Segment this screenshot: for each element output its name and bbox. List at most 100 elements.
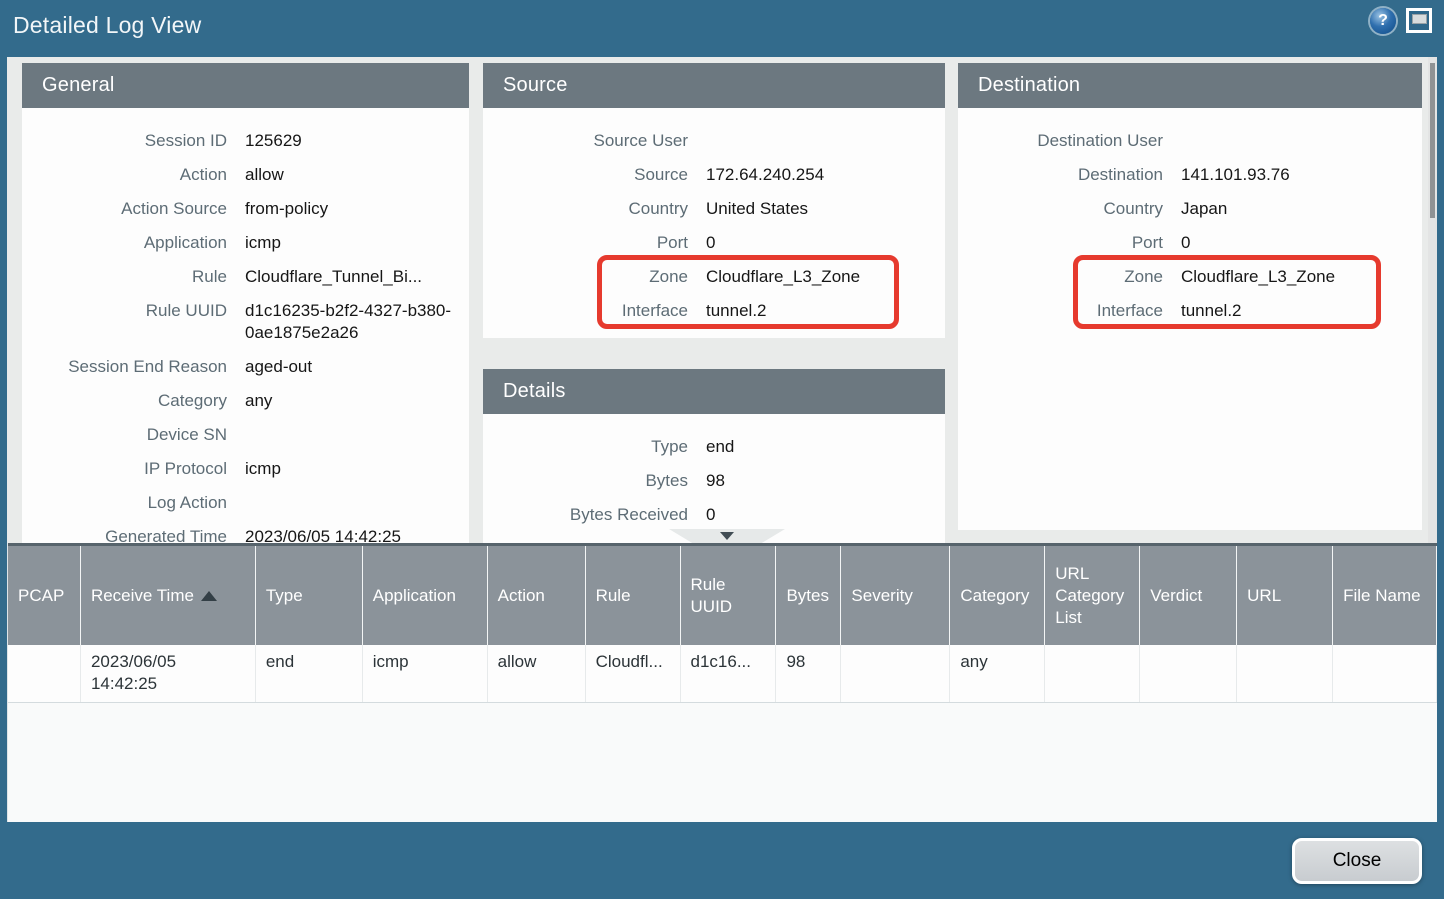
field-label: Bytes bbox=[483, 470, 688, 492]
column-header-label: URL Category List bbox=[1055, 563, 1129, 629]
field-row-action-source: Action Sourcefrom-policy bbox=[22, 198, 469, 220]
field-label: Source bbox=[483, 164, 688, 186]
column-header-verdict[interactable]: Verdict bbox=[1140, 546, 1237, 645]
details-panel-header: Details bbox=[483, 369, 945, 414]
cell-severity bbox=[841, 645, 950, 702]
field-row-destination-user: Destination User bbox=[958, 130, 1422, 152]
field-label: Port bbox=[483, 232, 688, 254]
field-label: Generated Time bbox=[22, 526, 227, 543]
log-entries-table: PCAP Receive Time Type Application Actio… bbox=[7, 543, 1437, 822]
field-label: Country bbox=[958, 198, 1163, 220]
destination-panel-header: Destination bbox=[958, 63, 1422, 108]
source-panel: Source Source User Source172.64.240.254 … bbox=[483, 63, 945, 338]
field-value: United States bbox=[706, 198, 808, 220]
field-row-country: CountryUnited States bbox=[483, 198, 945, 220]
column-header-rule-uuid[interactable]: Rule UUID bbox=[681, 546, 777, 645]
column-header-receive-time[interactable]: Receive Time bbox=[81, 546, 256, 645]
details-panel: Details Typeend Bytes98 Bytes Received0 bbox=[483, 369, 945, 543]
field-value: Japan bbox=[1181, 198, 1227, 220]
field-label: Zone bbox=[483, 266, 688, 288]
field-row-destination: Destination 141.101.93.76 bbox=[958, 164, 1422, 186]
column-header-file-name[interactable]: File Name bbox=[1333, 546, 1437, 645]
field-label: Action bbox=[22, 164, 227, 186]
help-icon[interactable]: ? bbox=[1370, 8, 1396, 34]
column-header-application[interactable]: Application bbox=[363, 546, 488, 645]
details-panel-body: Typeend Bytes98 Bytes Received0 bbox=[483, 414, 945, 526]
field-label: Destination bbox=[958, 164, 1163, 186]
column-header-label: Receive Time bbox=[91, 585, 194, 607]
column-header-label: Rule UUID bbox=[691, 574, 766, 618]
field-value: 0 bbox=[706, 504, 715, 526]
field-row-ip-protocol: IP Protocolicmp bbox=[22, 458, 469, 480]
field-label: Rule UUID bbox=[22, 300, 227, 344]
field-label: Action Source bbox=[22, 198, 227, 220]
field-value: Cloudflare_L3_Zone bbox=[706, 266, 860, 288]
cell-category: any bbox=[950, 645, 1045, 702]
field-label: Destination User bbox=[958, 130, 1163, 152]
field-row-country: Country Japan bbox=[958, 198, 1422, 220]
column-header-url-category-list[interactable]: URL Category List bbox=[1045, 546, 1140, 645]
field-value: aged-out bbox=[245, 356, 312, 378]
cell-url bbox=[1237, 645, 1333, 702]
source-panel-header: Source bbox=[483, 63, 945, 108]
field-label: Session ID bbox=[22, 130, 227, 152]
column-header-url[interactable]: URL bbox=[1237, 546, 1333, 645]
column-header-label: Type bbox=[266, 585, 303, 607]
close-button[interactable]: Close bbox=[1292, 838, 1422, 884]
column-header-label: Severity bbox=[851, 585, 912, 607]
column-header-category[interactable]: Category bbox=[950, 546, 1045, 645]
column-header-label: Category bbox=[960, 585, 1029, 607]
field-label: Source User bbox=[483, 130, 688, 152]
field-label: Log Action bbox=[22, 492, 227, 514]
field-row-session-end-reason: Session End Reason aged-out bbox=[22, 356, 469, 378]
cell-rule-uuid: d1c16... bbox=[681, 645, 777, 702]
field-row-source-user: Source User bbox=[483, 130, 945, 152]
column-header-label: URL bbox=[1247, 585, 1281, 607]
field-value: 0 bbox=[706, 232, 715, 254]
column-header-type[interactable]: Type bbox=[256, 546, 363, 645]
field-row-session-id: Session ID 125629 bbox=[22, 130, 469, 152]
field-row-device-sn: Device SN bbox=[22, 424, 469, 446]
field-row-generated-time: Generated Time2023/06/05 14:42:25 bbox=[22, 526, 469, 543]
field-label: Session End Reason bbox=[22, 356, 227, 378]
upper-scrollbar-track[interactable] bbox=[1428, 57, 1437, 543]
sort-ascending-icon bbox=[201, 591, 217, 601]
detailed-log-view-dialog: { "window": { "title": "Detailed Log Vie… bbox=[0, 0, 1444, 899]
log-detail-section: General Session ID125629 Actionallow Act… bbox=[7, 57, 1437, 543]
window-restore-icon-glyph bbox=[1412, 14, 1427, 24]
general-panel-header: General bbox=[22, 63, 469, 108]
field-value: 141.101.93.76 bbox=[1181, 164, 1290, 186]
field-label: Category bbox=[22, 390, 227, 412]
field-row-application: Application icmp bbox=[22, 232, 469, 254]
field-label: IP Protocol bbox=[22, 458, 227, 480]
field-label: Interface bbox=[483, 300, 688, 322]
cell-action: allow bbox=[488, 645, 586, 702]
field-row-interface: Interface tunnel.2 bbox=[483, 300, 945, 322]
field-value: 0 bbox=[1181, 232, 1190, 254]
field-value: tunnel.2 bbox=[706, 300, 767, 322]
field-row-zone: Zone Cloudflare_L3_Zone bbox=[483, 266, 945, 288]
cell-receive-time: 2023/06/05 14:42:25 bbox=[81, 645, 256, 702]
column-header-severity[interactable]: Severity bbox=[841, 546, 950, 645]
field-row-rule-uuid: Rule UUIDd1c16235-b2f2-4327-b380-0ae1875… bbox=[22, 300, 469, 344]
column-header-label: Application bbox=[373, 585, 456, 607]
field-label: Application bbox=[22, 232, 227, 254]
field-row-rule: RuleCloudflare_Tunnel_Bi... bbox=[22, 266, 469, 288]
column-header-bytes[interactable]: Bytes bbox=[776, 546, 841, 645]
field-label: Device SN bbox=[22, 424, 227, 446]
column-header-pcap[interactable]: PCAP bbox=[8, 546, 81, 645]
column-header-rule[interactable]: Rule bbox=[586, 546, 681, 645]
column-header-label: File Name bbox=[1343, 585, 1420, 607]
cell-url-category-list bbox=[1045, 645, 1140, 702]
field-value: icmp bbox=[245, 232, 281, 254]
upper-scrollbar-thumb[interactable] bbox=[1430, 63, 1435, 218]
field-row-type: Typeend bbox=[483, 436, 945, 458]
destination-panel: Destination Destination User Destination… bbox=[958, 63, 1422, 530]
field-value: 125629 bbox=[245, 130, 302, 152]
cell-bytes: 98 bbox=[776, 645, 841, 702]
field-row-bytes-received: Bytes Received0 bbox=[483, 504, 945, 526]
log-table-row[interactable]: 2023/06/05 14:42:25 end icmp allow Cloud… bbox=[8, 645, 1437, 703]
window-restore-icon[interactable] bbox=[1406, 8, 1432, 33]
column-header-action[interactable]: Action bbox=[488, 546, 586, 645]
field-value: any bbox=[245, 390, 272, 412]
